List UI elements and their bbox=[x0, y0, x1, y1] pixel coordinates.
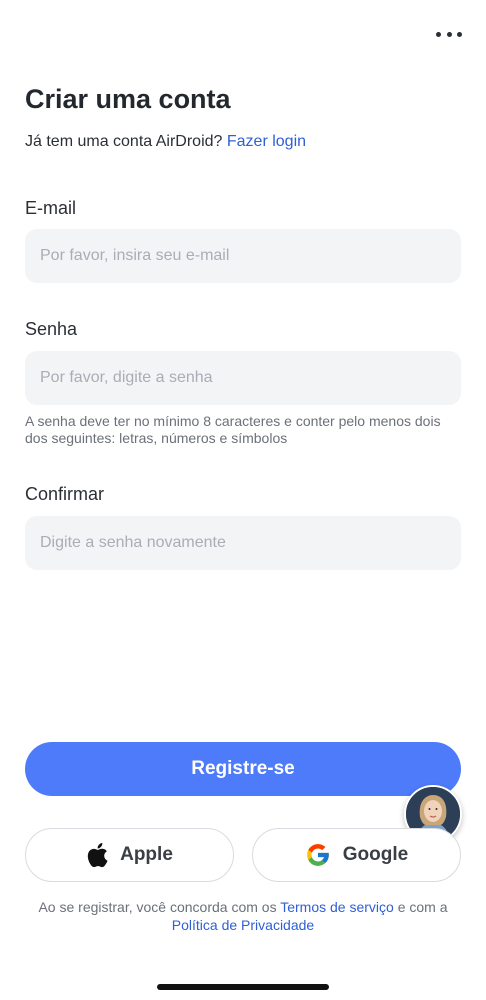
login-prompt: Já tem uma conta AirDroid? Fazer login bbox=[25, 133, 306, 151]
page-title: Criar uma conta bbox=[25, 84, 231, 114]
login-prompt-text: Já tem uma conta AirDroid? bbox=[25, 133, 223, 150]
more-icon-dot bbox=[436, 31, 441, 37]
password-field[interactable] bbox=[25, 351, 461, 405]
apple-icon bbox=[87, 843, 108, 868]
register-button[interactable]: Registre-se bbox=[25, 742, 461, 796]
terms-notice: Ao se registrar, você concorda com os Te… bbox=[20, 898, 466, 934]
email-label: E-mail bbox=[25, 198, 77, 218]
password-hint: A senha deve ter no mínimo 8 caracteres … bbox=[25, 413, 441, 446]
more-options-button[interactable] bbox=[436, 24, 462, 44]
more-icon-dot bbox=[446, 31, 452, 37]
terms-prefix: Ao se registrar, você concorda com os bbox=[38, 899, 277, 915]
apple-signin-button[interactable]: Apple bbox=[25, 828, 234, 882]
confirm-label: Confirmar bbox=[25, 484, 105, 504]
terms-of-service-link[interactable]: Termos de serviço bbox=[280, 899, 394, 915]
email-field[interactable] bbox=[25, 229, 461, 283]
terms-middle: e com a bbox=[397, 899, 448, 915]
privacy-policy-link[interactable]: Política de Privacidade bbox=[172, 917, 314, 933]
more-icon-dot bbox=[457, 31, 462, 37]
login-link[interactable]: Fazer login bbox=[227, 133, 306, 150]
google-icon bbox=[306, 844, 329, 866]
apple-label: Apple bbox=[120, 844, 173, 865]
home-indicator bbox=[157, 984, 329, 990]
google-signin-button[interactable]: Google bbox=[252, 828, 461, 882]
confirm-password-field[interactable] bbox=[25, 516, 461, 570]
password-label: Senha bbox=[25, 319, 78, 339]
google-label: Google bbox=[342, 844, 409, 865]
